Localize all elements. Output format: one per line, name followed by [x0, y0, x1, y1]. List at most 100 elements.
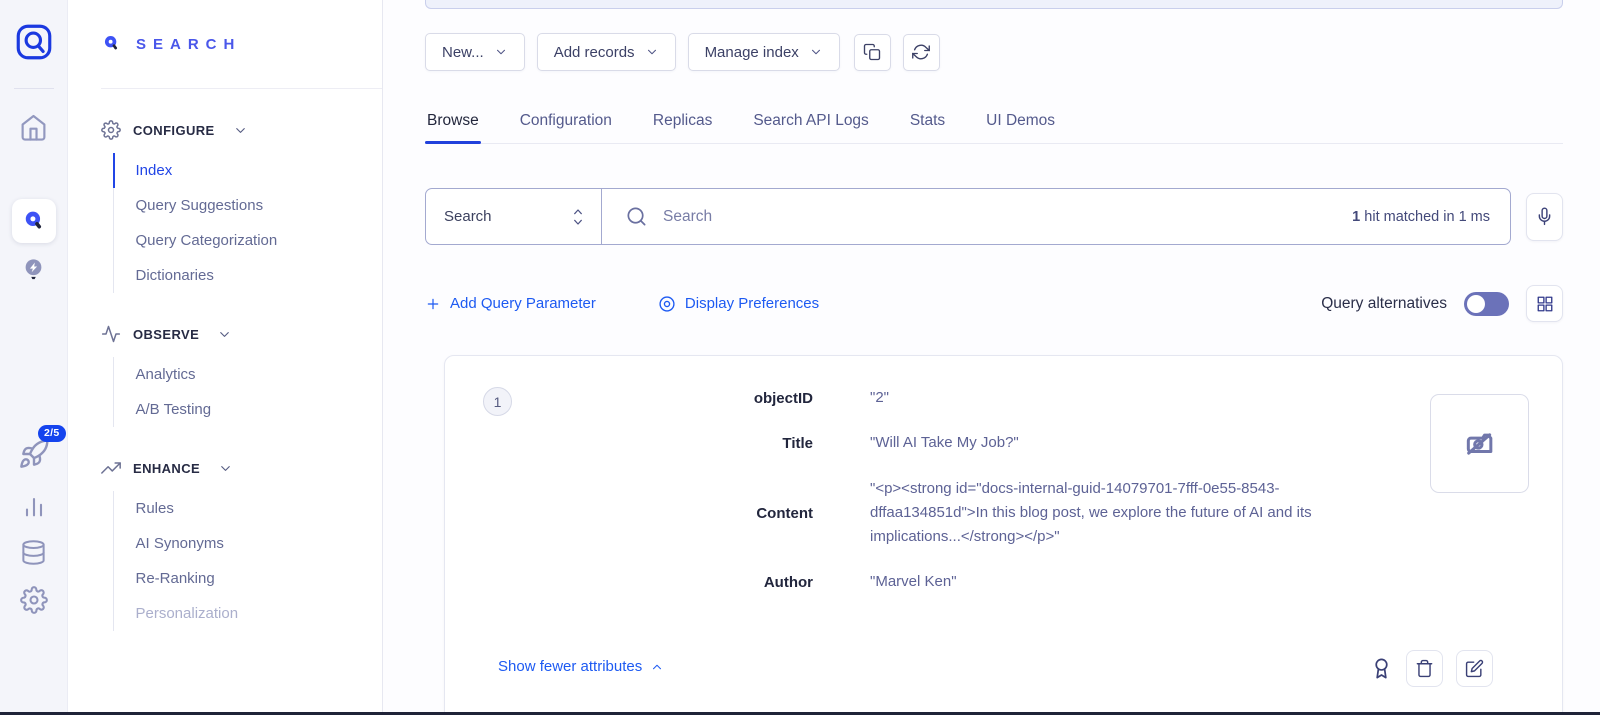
hit-field-row-objectid: objectID"2" — [445, 386, 1562, 410]
search-icon — [625, 205, 648, 228]
hit-image-placeholder — [1430, 394, 1529, 493]
search-input[interactable] — [663, 208, 1337, 226]
sidebar-section-header-observe[interactable]: OBSERVE — [68, 324, 382, 344]
rail-divider — [14, 88, 54, 89]
tab-search-api-logs[interactable]: Search API Logs — [751, 106, 870, 143]
index-banner-cutoff — [425, 0, 1563, 9]
sidebar-item-analytics[interactable]: Analytics — [113, 357, 383, 392]
hit-field-row-author: Author "Marvel Ken" — [445, 570, 1562, 594]
edit-hit-button[interactable] — [1456, 650, 1493, 687]
edit-icon — [1465, 659, 1484, 678]
hit-field-row-title: Title"Will AI Take My Job?" — [445, 431, 1562, 455]
main-panel: New... Add records Manage index — [383, 0, 1600, 715]
usage-badge: 2/5 — [38, 425, 66, 442]
pulse-icon — [101, 324, 121, 344]
sidebar-header: SEARCH — [68, 0, 382, 88]
database-icon[interactable] — [20, 539, 47, 566]
tab-stats[interactable]: Stats — [908, 106, 947, 143]
search-box: Search 1 hit matched in 1 ms — [425, 188, 1511, 245]
rail-item-upgrade[interactable]: 2/5 — [18, 438, 50, 470]
chevron-down-icon — [233, 123, 248, 138]
camera-off-icon — [1460, 424, 1500, 464]
query-alternatives-label: Query alternatives — [1321, 295, 1447, 313]
hit-field-value: "2" — [870, 386, 1397, 410]
hit-field-value: "Will AI Take My Job?" — [870, 431, 1397, 455]
chevron-up-down-icon — [570, 206, 586, 228]
sidebar-sections: CONFIGURE IndexQuery SuggestionsQuery Cat… — [68, 120, 382, 631]
query-controls-row: Add Query Parameter Display Preferences … — [425, 285, 1563, 322]
promote-hit-button[interactable] — [1370, 657, 1393, 680]
sidebar-item-ai-synonyms[interactable]: AI Synonyms — [113, 526, 383, 561]
hit-field-value: "Marvel Ken" — [870, 570, 1397, 594]
sidebar-item-query-suggestions[interactable]: Query Suggestions — [113, 188, 383, 223]
gear-icon[interactable] — [20, 586, 48, 614]
bar-chart-icon[interactable] — [20, 492, 48, 520]
display-preferences-link[interactable]: Display Preferences — [658, 295, 819, 313]
home-icon[interactable] — [19, 113, 48, 142]
search-row: Search 1 hit matched in 1 ms — [425, 188, 1563, 245]
plus-icon — [425, 296, 441, 312]
chevron-down-icon — [645, 45, 659, 59]
hit-field-row-content: Content "<p><strong id="docs-internal-gui… — [445, 477, 1562, 550]
search-icon — [21, 208, 47, 234]
chevron-down-icon — [809, 45, 823, 59]
hit-field-label: Author — [445, 574, 813, 591]
sidebar-item-re-ranking[interactable]: Re-Ranking — [113, 561, 383, 596]
sidebar-item-query-categorization[interactable]: Query Categorization — [113, 223, 383, 258]
delete-hit-button[interactable] — [1406, 650, 1443, 687]
tab-browse[interactable]: Browse — [425, 106, 481, 143]
refresh-button[interactable] — [903, 34, 940, 71]
gear-icon — [101, 120, 121, 140]
chevron-down-icon — [218, 461, 233, 476]
copy-index-button[interactable] — [854, 34, 891, 71]
add-query-parameter-link[interactable]: Add Query Parameter — [425, 295, 596, 312]
index-toolbar: New... Add records Manage index — [425, 33, 1563, 71]
copy-icon — [863, 43, 881, 61]
add-records-button[interactable]: Add records — [537, 33, 676, 71]
tab-configuration[interactable]: Configuration — [518, 106, 614, 143]
search-mode-value: Search — [444, 208, 492, 225]
section-label: OBSERVE — [133, 327, 199, 342]
tab-replicas[interactable]: Replicas — [651, 106, 714, 143]
sidebar-section-header-enhance[interactable]: ENHANCE — [68, 458, 382, 478]
sidebar-item-dictionaries[interactable]: Dictionaries — [113, 258, 383, 293]
search-mode-select[interactable]: Search — [426, 189, 602, 244]
sidebar-section-header-configure[interactable]: CONFIGURE — [68, 120, 382, 140]
manage-index-button[interactable]: Manage index — [688, 33, 840, 71]
rail-item-search-active[interactable] — [12, 199, 56, 243]
show-fewer-attributes-link[interactable]: Show fewer attributes — [498, 658, 664, 675]
tab-ui-demos[interactable]: UI Demos — [984, 106, 1057, 143]
sidebar-item-personalization[interactable]: Personalization — [113, 596, 383, 631]
lightbulb-icon[interactable] — [20, 256, 47, 283]
sidebar-section-configure: CONFIGURE IndexQuery SuggestionsQuery Cat… — [68, 120, 382, 293]
award-icon — [1370, 657, 1393, 680]
hit-actions — [1370, 650, 1493, 687]
sidebar-item-rules[interactable]: Rules — [113, 491, 383, 526]
product-title: SEARCH — [136, 36, 241, 53]
hit-field-value: "<p><strong id="docs-internal-guid-14079… — [870, 477, 1397, 550]
sidebar-item-a-b-testing[interactable]: A/B Testing — [113, 392, 383, 427]
refresh-icon — [912, 43, 930, 61]
index-tabs: Browse Configuration Replicas Search API Lo… — [425, 106, 1563, 144]
sidebar-item-index[interactable]: Index — [113, 153, 383, 188]
algolia-logo[interactable] — [13, 21, 55, 63]
search-product-icon — [101, 33, 123, 55]
grid-icon — [1536, 295, 1554, 313]
eye-icon — [658, 295, 676, 313]
query-right-controls: Query alternatives — [1321, 285, 1563, 322]
hit-fields: objectID"2" Title"Will AI Take My Job?" Co… — [445, 386, 1562, 616]
voice-search-button[interactable] — [1526, 193, 1563, 241]
hit-field-label: Content — [445, 505, 813, 522]
rocket-icon — [18, 438, 50, 470]
trending-up-icon — [101, 458, 121, 478]
section-label: ENHANCE — [133, 461, 200, 476]
sidebar: SEARCH CONFIGURE IndexQuery SuggestionsQu… — [68, 0, 383, 715]
search-input-wrap: 1 hit matched in 1 ms — [602, 189, 1510, 244]
sidebar-items: AnalyticsA/B Testing — [113, 357, 382, 427]
section-label: CONFIGURE — [133, 123, 215, 138]
layout-grid-button[interactable] — [1526, 285, 1563, 322]
sidebar-items: RulesAI SynonymsRe-RankingPersonalizatio… — [113, 491, 382, 631]
query-alternatives-toggle[interactable] — [1464, 292, 1509, 316]
chevron-down-icon — [217, 327, 232, 342]
new-button[interactable]: New... — [425, 33, 525, 71]
